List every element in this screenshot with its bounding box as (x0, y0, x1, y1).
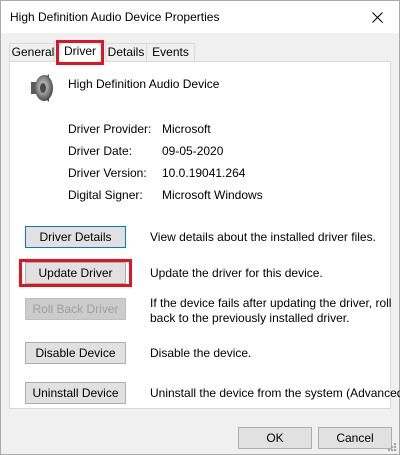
info-row-version: Driver Version: 10.0.19041.264 (68, 166, 245, 180)
uninstall-device-button[interactable]: Uninstall Device (25, 382, 126, 404)
tab-general[interactable]: General (9, 43, 57, 61)
uninstall-device-description: Uninstall the device from the system (Ad… (150, 386, 400, 401)
properties-dialog: High Definition Audio Device Properties … (0, 0, 400, 455)
close-button[interactable] (355, 1, 399, 33)
tab-events[interactable]: Events (146, 43, 195, 61)
tab-details[interactable]: Details (103, 43, 149, 61)
resize-grip-icon[interactable] (387, 442, 397, 452)
info-value: 09-05-2020 (162, 144, 224, 158)
info-row-signer: Digital Signer: Microsoft Windows (68, 188, 263, 202)
close-icon (371, 11, 383, 23)
driver-tab-panel: High Definition Audio Device Driver Prov… (9, 61, 400, 409)
roll-back-driver-description: If the device fails after updating the d… (150, 296, 391, 326)
description-line: back to the previously installed driver. (150, 311, 350, 325)
info-value: Microsoft (162, 122, 211, 136)
description-line: If the device fails after updating the d… (150, 296, 392, 310)
info-label: Digital Signer: (68, 188, 143, 202)
update-driver-description: Update the driver for this device. (150, 266, 323, 281)
info-value: 10.0.19041.264 (162, 166, 246, 180)
info-label: Driver Version: (68, 166, 147, 180)
ok-button[interactable]: OK (238, 427, 312, 449)
description-line: View details about the installed driver … (150, 230, 376, 244)
disable-device-description: Disable the device. (150, 346, 251, 361)
description-line: Uninstall the device from the system (Ad… (150, 386, 400, 400)
device-name: High Definition Audio Device (68, 77, 220, 91)
driver-details-description: View details about the installed driver … (150, 230, 376, 245)
info-row-date: Driver Date: 09-05-2020 (68, 144, 223, 158)
info-label: Driver Provider: (68, 122, 152, 136)
roll-back-driver-button[interactable]: Roll Back Driver (25, 298, 126, 320)
cancel-button[interactable]: Cancel (318, 427, 392, 449)
tab-driver[interactable]: Driver (54, 41, 106, 62)
disable-device-button[interactable]: Disable Device (25, 342, 126, 364)
update-driver-button[interactable]: Update Driver (25, 262, 126, 284)
description-line: Disable the device. (150, 346, 252, 360)
driver-details-button[interactable]: Driver Details (25, 226, 126, 248)
speaker-icon (31, 74, 53, 102)
info-row-provider: Driver Provider: Microsoft (68, 122, 211, 136)
window-title: High Definition Audio Device Properties (10, 10, 220, 24)
title-bar: High Definition Audio Device Properties (1, 1, 399, 33)
description-line: Update the driver for this device. (150, 266, 323, 280)
info-value: Microsoft Windows (162, 188, 263, 202)
info-label: Driver Date: (68, 144, 133, 158)
